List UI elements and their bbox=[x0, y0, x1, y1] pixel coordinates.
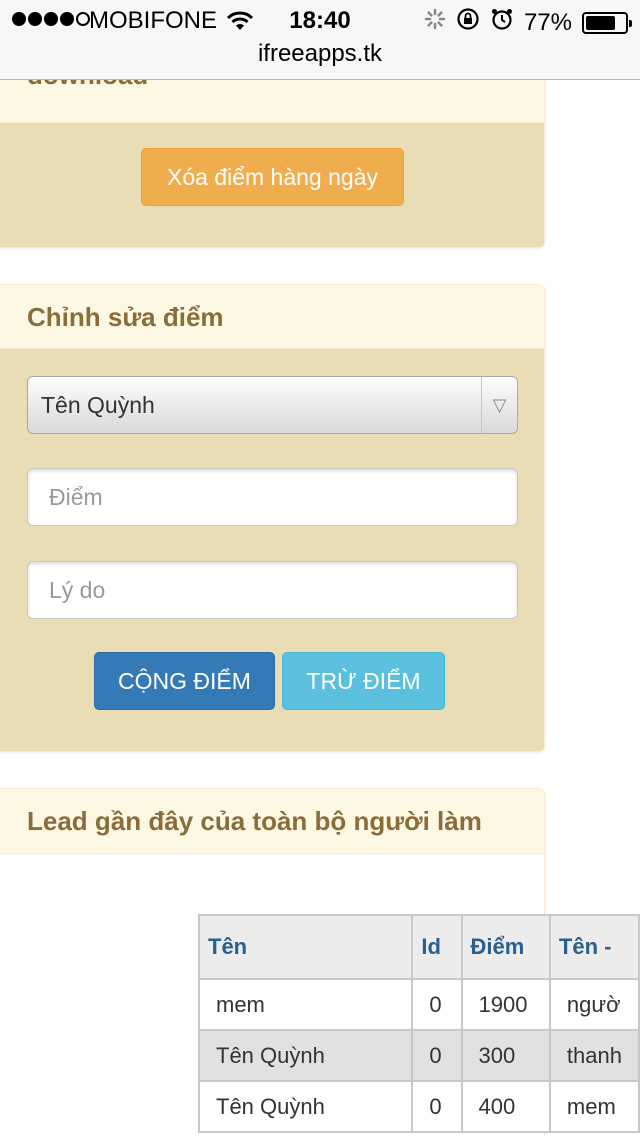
cell-score: 400 bbox=[460, 1080, 551, 1133]
clear-daily-score-button[interactable]: Xóa điểm hàng ngày bbox=[141, 148, 404, 206]
user-select[interactable]: Tên Quỳnh ▽ bbox=[27, 376, 518, 434]
reason-input[interactable]: Lý do bbox=[27, 561, 518, 619]
score-input[interactable]: Điểm bbox=[27, 468, 518, 526]
recent-leads-heading: Lead gần đây của toàn bộ người làm bbox=[0, 789, 544, 854]
battery-percentage: 77% bbox=[523, 8, 572, 36]
cell-extra: ngườ bbox=[548, 978, 640, 1031]
edit-score-heading: Chỉnh sửa điểm bbox=[0, 285, 544, 349]
column-header-name[interactable]: Tên bbox=[197, 914, 414, 980]
cell-extra: mem bbox=[548, 1080, 640, 1133]
activity-spinner-icon bbox=[424, 8, 446, 37]
battery-icon bbox=[582, 11, 632, 34]
table-row: Tên Quỳnh 0 300 thanh bbox=[197, 1029, 640, 1082]
column-header-extra[interactable]: Tên - bbox=[548, 914, 640, 980]
cell-id: 0 bbox=[411, 978, 463, 1031]
download-panel: download Xóa điểm hàng ngày bbox=[0, 80, 545, 248]
cell-id: 0 bbox=[411, 1080, 463, 1133]
score-input-placeholder: Điểm bbox=[49, 484, 103, 510]
reason-input-placeholder: Lý do bbox=[49, 577, 106, 603]
url-text: ifreeapps.tk bbox=[257, 40, 383, 67]
table-row: mem 0 1900 ngườ bbox=[197, 978, 640, 1031]
download-panel-heading: download bbox=[0, 80, 544, 123]
cell-name: Tên Quỳnh bbox=[197, 1080, 414, 1133]
cell-name: Tên Quỳnh bbox=[197, 1029, 414, 1082]
rotation-lock-icon bbox=[456, 7, 480, 38]
column-header-score[interactable]: Điểm bbox=[460, 914, 551, 980]
subtract-score-button[interactable]: TRỪ ĐIỂM bbox=[282, 652, 445, 710]
edit-score-panel: Chỉnh sửa điểm Tên Quỳnh ▽ Điểm Lý do CỘ… bbox=[0, 284, 545, 752]
cell-score: 1900 bbox=[460, 978, 551, 1031]
table-header-row: Tên Id Điểm Tên - bbox=[197, 914, 640, 980]
add-score-button[interactable]: CỘNG ĐIỂM bbox=[94, 652, 275, 710]
cell-id: 0 bbox=[411, 1029, 463, 1082]
user-select-value: Tên Quỳnh bbox=[41, 392, 155, 418]
chevron-down-icon: ▽ bbox=[481, 377, 517, 433]
table-row: Tên Quỳnh 0 400 mem bbox=[197, 1080, 640, 1133]
web-page: download Xóa điểm hàng ngày Chỉnh sửa đi… bbox=[0, 80, 640, 1136]
address-bar[interactable]: ifreeapps.tk bbox=[0, 40, 640, 80]
leads-table: Tên Id Điểm Tên - mem 0 1900 ngườ Tên Qu… bbox=[197, 914, 640, 1133]
alarm-icon bbox=[490, 7, 514, 38]
cell-name: mem bbox=[197, 978, 414, 1031]
cell-score: 300 bbox=[460, 1029, 551, 1082]
column-header-id[interactable]: Id bbox=[411, 914, 463, 980]
status-bar: MOBIFONE 18:40 77% bbox=[0, 0, 640, 40]
cell-extra: thanh bbox=[548, 1029, 640, 1082]
download-panel-title: download bbox=[27, 80, 148, 90]
